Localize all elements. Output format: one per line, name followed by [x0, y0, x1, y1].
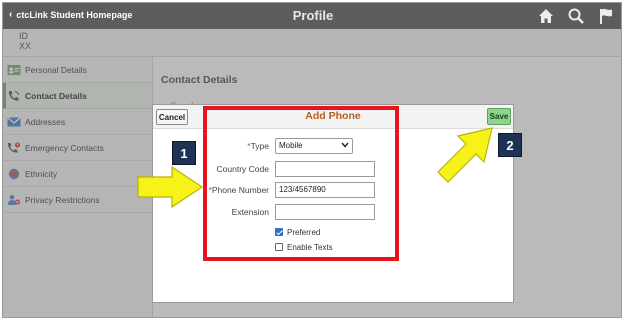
step-1-arrow-icon — [137, 165, 204, 209]
flag-icon[interactable] — [597, 7, 615, 25]
home-icon[interactable] — [537, 7, 555, 25]
header-actions — [537, 7, 615, 25]
highlight-box — [203, 106, 399, 261]
top-header: ‹ ctcLink Student Homepage Profile — [3, 3, 621, 29]
save-button[interactable]: Save — [487, 108, 511, 125]
page-title: Profile — [292, 8, 334, 23]
step-badge-2: 2 — [498, 133, 522, 157]
step-2-arrow-icon — [437, 127, 493, 183]
search-icon[interactable] — [567, 7, 585, 25]
step-badge-1: 1 — [172, 141, 196, 165]
